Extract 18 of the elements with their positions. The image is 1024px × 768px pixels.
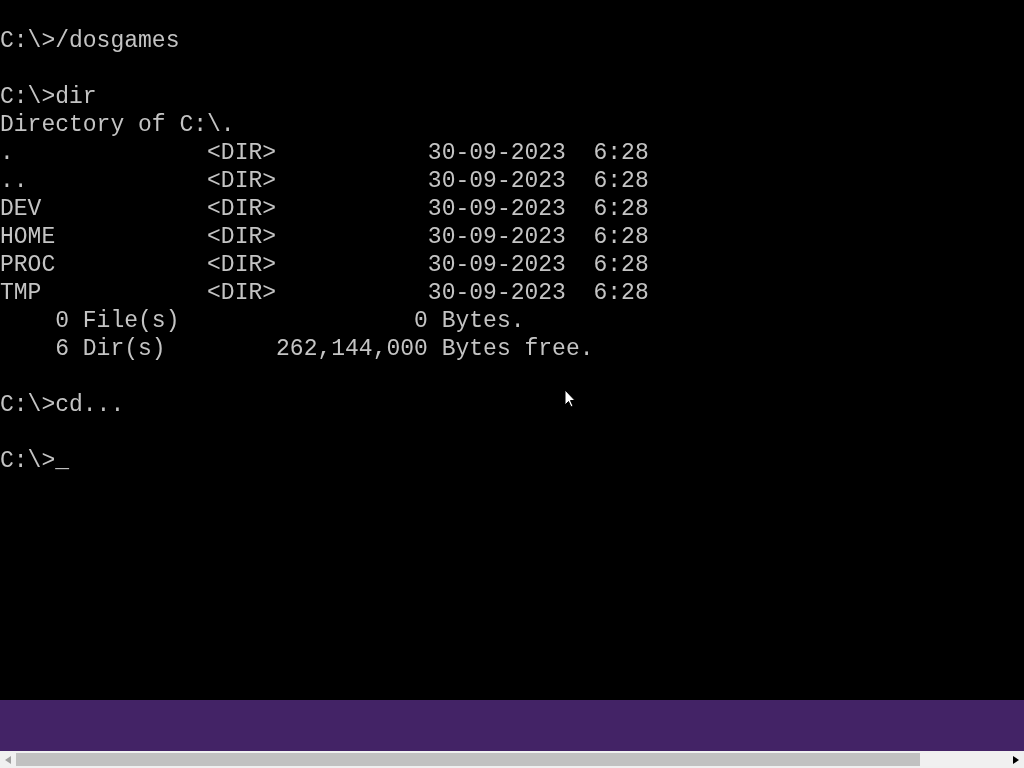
terminal-line: PROC <DIR> 30-09-2023 6:28: [0, 251, 649, 279]
terminal-line: Directory of C:\.: [0, 111, 235, 139]
horizontal-scrollbar[interactable]: [0, 751, 1024, 768]
terminal-line: C:\>dir: [0, 83, 97, 111]
mouse-pointer-icon: [564, 389, 576, 408]
terminal-line: C:\>_: [0, 447, 69, 475]
scrollbar-thumb[interactable]: [16, 753, 920, 766]
terminal-line: . <DIR> 30-09-2023 6:28: [0, 139, 649, 167]
terminal-line: 6 Dir(s) 262,144,000 Bytes free.: [54, 335, 594, 363]
terminal-line: 0 File(s) 0 Bytes.: [54, 307, 525, 335]
terminal-line: HOME <DIR> 30-09-2023 6:28: [0, 223, 649, 251]
terminal-line: TMP <DIR> 30-09-2023 6:28: [0, 279, 649, 307]
terminal-line: C:\>cd...: [0, 391, 125, 419]
scroll-left-icon[interactable]: [5, 755, 11, 764]
terminal-line: .. <DIR> 30-09-2023 6:28: [0, 167, 649, 195]
scroll-right-icon[interactable]: [1013, 755, 1019, 764]
terminal-line: DEV <DIR> 30-09-2023 6:28: [0, 195, 649, 223]
terminal-line: C:\>/dosgames: [0, 27, 180, 55]
